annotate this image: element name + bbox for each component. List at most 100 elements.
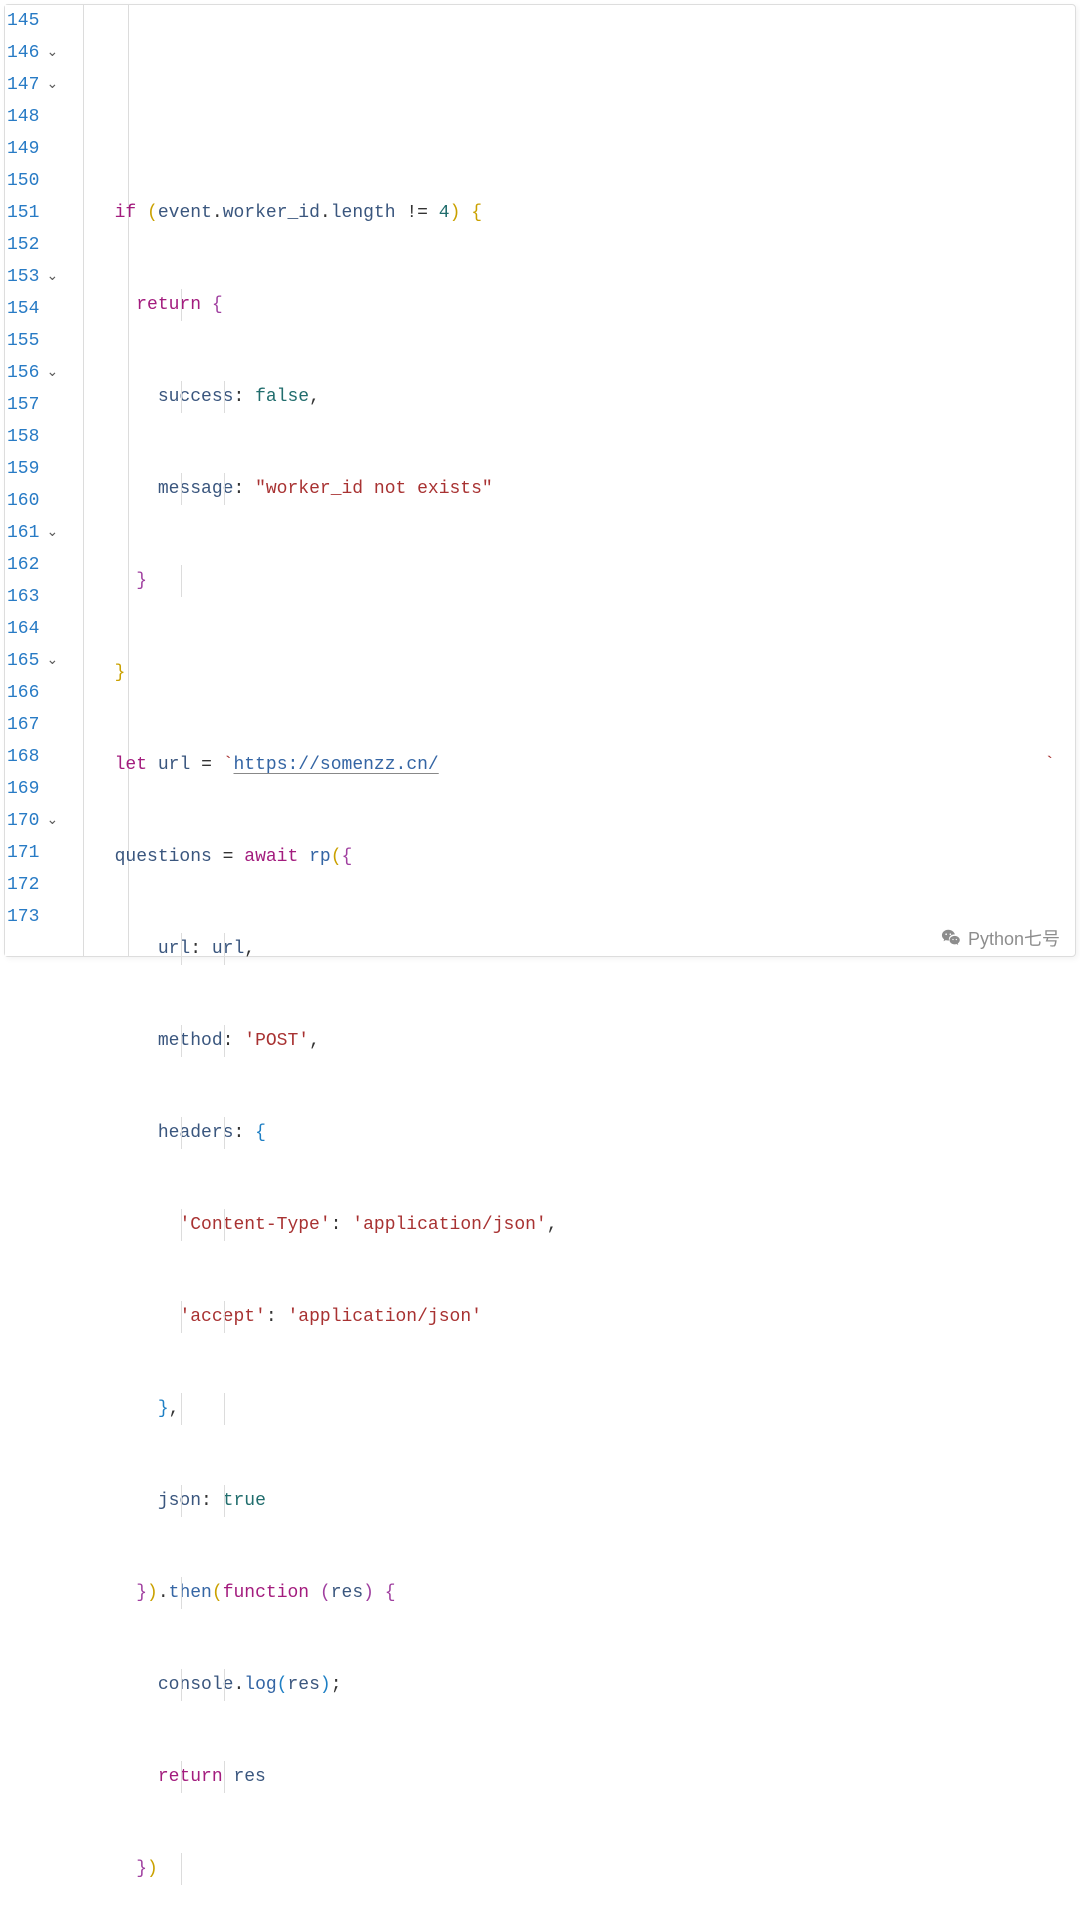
op-neq: !=: [406, 203, 428, 223]
dot: .: [212, 203, 223, 223]
gutter-line[interactable]: 173: [7, 901, 59, 933]
colon: :: [190, 939, 201, 959]
code-line[interactable]: }).then(function (res) {: [71, 1577, 1075, 1609]
code-line[interactable]: 'accept': 'application/json': [71, 1301, 1075, 1333]
gutter-line[interactable]: 155: [7, 325, 59, 357]
fold-toggle-icon[interactable]: ⌄: [45, 805, 59, 837]
line-number: 165: [7, 645, 41, 677]
ident-event: event: [158, 203, 212, 223]
code-line[interactable]: url: url,: [71, 933, 1075, 965]
gutter-line[interactable]: 172: [7, 869, 59, 901]
gutter-line[interactable]: 150: [7, 165, 59, 197]
line-number: 148: [7, 101, 41, 133]
code-line[interactable]: if (event.worker_id.length != 4) {: [71, 197, 1075, 229]
line-number: 157: [7, 389, 41, 421]
line-number: 154: [7, 293, 41, 325]
comma: ,: [309, 387, 320, 407]
gutter-line[interactable]: 153⌄: [7, 261, 59, 293]
code-line[interactable]: message: "worker_id not exists": [71, 473, 1075, 505]
gutter-line[interactable]: 158: [7, 421, 59, 453]
colon: :: [331, 1215, 342, 1235]
code-line[interactable]: return res: [71, 1761, 1075, 1793]
line-number: 150: [7, 165, 41, 197]
string-post: 'POST': [244, 1031, 309, 1051]
line-number: 168: [7, 741, 41, 773]
url-literal: https://somenzz.cn/: [234, 755, 439, 775]
bracket: (: [147, 203, 158, 223]
colon: :: [266, 1307, 277, 1327]
fold-toggle-icon[interactable]: ⌄: [45, 261, 59, 293]
code-line[interactable]: },: [71, 1393, 1075, 1425]
code-line[interactable]: let url = `https://somenzz.cn/`: [71, 749, 1075, 781]
gutter-line[interactable]: 156⌄: [7, 357, 59, 389]
semicolon: ;: [331, 1675, 342, 1695]
colon: :: [201, 1491, 212, 1511]
code-line[interactable]: }: [71, 565, 1075, 597]
keyword-let: let: [115, 755, 147, 775]
gutter-line[interactable]: 164: [7, 613, 59, 645]
code-line[interactable]: questions = await rp({: [71, 841, 1075, 873]
gutter-line[interactable]: 145: [7, 5, 59, 37]
fn-then: then: [169, 1583, 212, 1603]
keyword-function: function: [223, 1583, 309, 1603]
gutter-line[interactable]: 160: [7, 485, 59, 517]
line-number: 159: [7, 453, 41, 485]
fold-toggle-icon[interactable]: ⌄: [45, 517, 59, 549]
code-line[interactable]: success: false,: [71, 381, 1075, 413]
line-number: 158: [7, 421, 41, 453]
code-line[interactable]: json: true: [71, 1485, 1075, 1517]
gutter-line[interactable]: 163: [7, 581, 59, 613]
ident-console: console: [158, 1675, 234, 1695]
brace: {: [471, 203, 482, 223]
gutter-line[interactable]: 171: [7, 837, 59, 869]
code-line[interactable]: console.log(res);: [71, 1669, 1075, 1701]
gutter-line[interactable]: 148: [7, 101, 59, 133]
keyword-return: return: [158, 1767, 223, 1787]
fold-toggle-icon[interactable]: ⌄: [45, 69, 59, 101]
gutter-line[interactable]: 154: [7, 293, 59, 325]
prop-success: success: [158, 387, 234, 407]
gutter-line[interactable]: 161⌄: [7, 517, 59, 549]
gutter-line[interactable]: 152: [7, 229, 59, 261]
indent-guide: [224, 1669, 225, 1701]
fold-toggle-icon[interactable]: ⌄: [45, 357, 59, 389]
code-line[interactable]: }): [71, 1853, 1075, 1885]
gutter-line[interactable]: 168: [7, 741, 59, 773]
ident-res: res: [233, 1767, 265, 1787]
code-area[interactable]: if (event.worker_id.length != 4) { retur…: [63, 5, 1075, 956]
indent-guide: [181, 473, 182, 505]
line-number: 161: [7, 517, 41, 549]
keyword-if: if: [115, 203, 137, 223]
indent-guide: [224, 933, 225, 965]
paren: ): [363, 1583, 374, 1603]
paren: ): [320, 1675, 331, 1695]
gutter-line[interactable]: 166: [7, 677, 59, 709]
line-number: 155: [7, 325, 41, 357]
code-line[interactable]: 'Content-Type': 'application/json',: [71, 1209, 1075, 1241]
indent-guide: [181, 933, 182, 965]
code-line[interactable]: return {: [71, 289, 1075, 321]
code-line[interactable]: method: 'POST',: [71, 1025, 1075, 1057]
code-line[interactable]: headers: {: [71, 1117, 1075, 1149]
fn-rp: rp: [309, 847, 331, 867]
gutter-line[interactable]: 147⌄: [7, 69, 59, 101]
fold-toggle-icon[interactable]: ⌄: [45, 645, 59, 677]
gutter-line[interactable]: 165⌄: [7, 645, 59, 677]
gutter-line[interactable]: 170⌄: [7, 805, 59, 837]
code-line[interactable]: }: [71, 657, 1075, 689]
line-number: 153: [7, 261, 41, 293]
gutter-line[interactable]: 149: [7, 133, 59, 165]
gutter-line[interactable]: 169: [7, 773, 59, 805]
dot: .: [320, 203, 331, 223]
backtick: `: [223, 755, 234, 775]
gutter-line[interactable]: 167: [7, 709, 59, 741]
code-line[interactable]: [71, 105, 1075, 137]
brace: }: [115, 663, 126, 683]
gutter-line[interactable]: 151: [7, 197, 59, 229]
fold-toggle-icon[interactable]: ⌄: [45, 37, 59, 69]
gutter-line[interactable]: 159: [7, 453, 59, 485]
gutter-line[interactable]: 162: [7, 549, 59, 581]
gutter-line[interactable]: 146⌄: [7, 37, 59, 69]
string-accept: 'accept': [179, 1307, 265, 1327]
gutter-line[interactable]: 157: [7, 389, 59, 421]
